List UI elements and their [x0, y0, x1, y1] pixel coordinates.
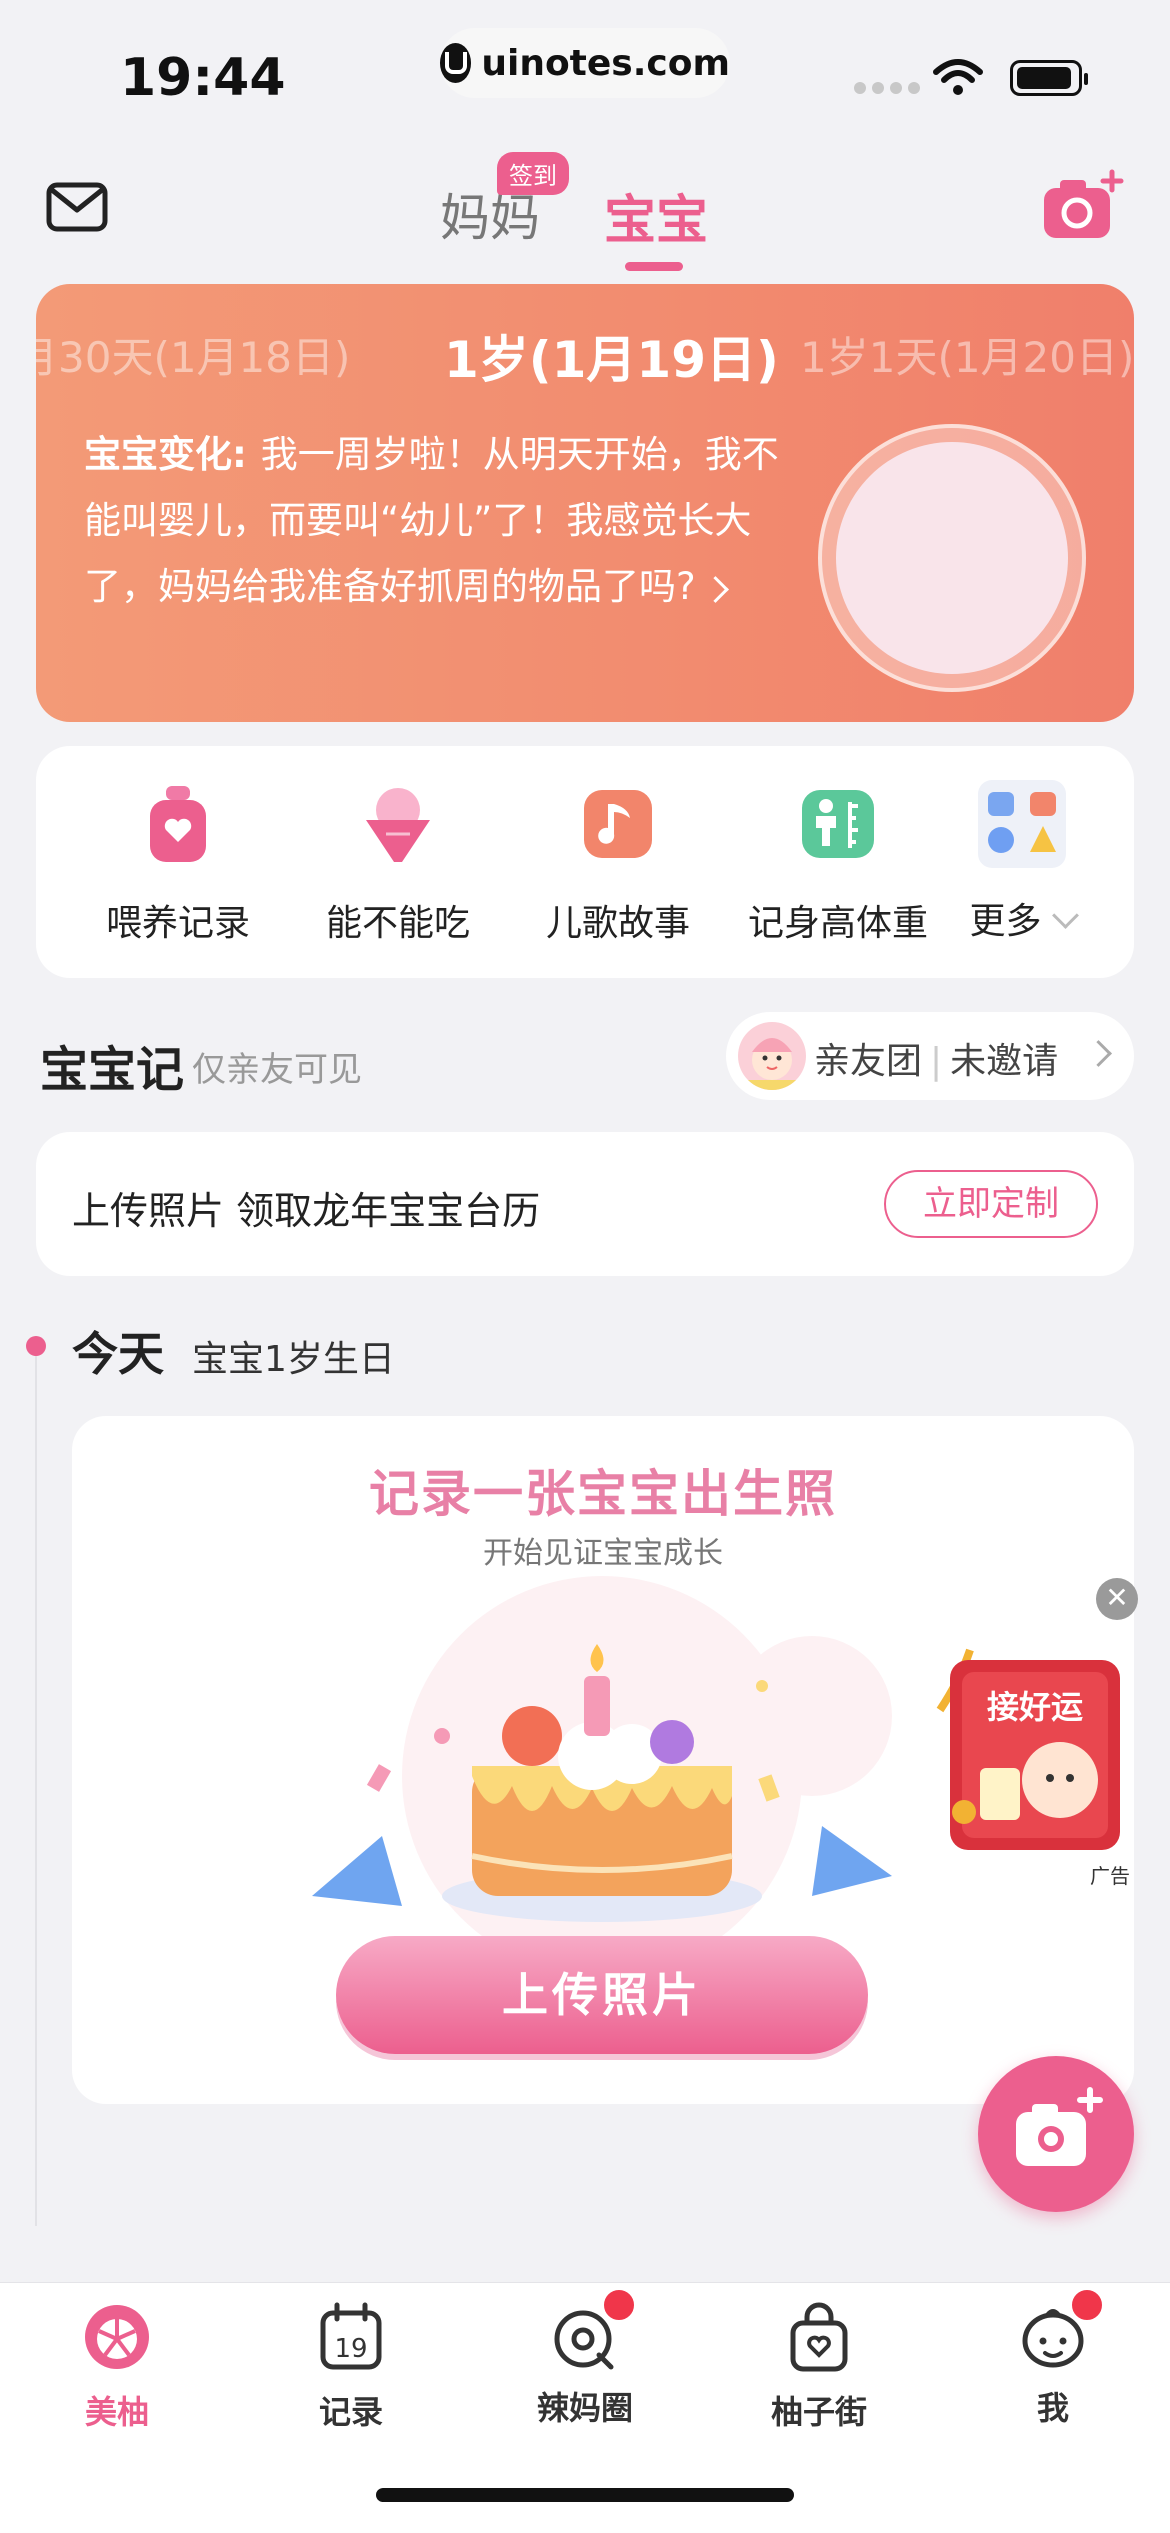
ad-close-icon[interactable]: ✕ [1096, 1578, 1138, 1620]
timeline-dot [26, 1336, 46, 1356]
nav-meiyou[interactable]: 美柚 [0, 2301, 234, 2433]
camera-fab-button[interactable] [978, 2056, 1134, 2212]
chevron-down-icon [1051, 902, 1079, 929]
date-current: 1岁(1月19日) [444, 331, 779, 389]
calendar-icon: 19 [320, 2302, 382, 2370]
meiyou-icon [85, 2305, 149, 2369]
status-time: 19:44 [120, 48, 286, 108]
bottle-icon [150, 786, 206, 862]
date-previous[interactable]: 月30天(1月18日) [36, 324, 350, 385]
tool-can-eat[interactable]: 能不能吃 [288, 784, 508, 946]
url-text: uinotes.com [481, 42, 730, 84]
birthday-cake-illustration [312, 1576, 892, 1976]
more-apps-icon [978, 780, 1066, 868]
nav-community[interactable]: 辣妈圈 [468, 2287, 702, 2429]
baby-record-title: 宝宝记 [40, 1042, 185, 1098]
ad-label: 广告 [1090, 1864, 1130, 1888]
customize-now-button[interactable]: 立即定制 [884, 1170, 1098, 1238]
music-note-icon [584, 790, 652, 858]
promo-text: 上传照片 领取龙年宝宝台历 [72, 1189, 541, 1233]
invite-status: 未邀请 [950, 1041, 1059, 1082]
date-next[interactable]: 1岁1天(1月20日) [800, 324, 1134, 385]
baby-record-visibility: 仅亲友可见 [192, 1050, 362, 1090]
lucky-charm-ad[interactable]: 接好运 [930, 1640, 1130, 1860]
calendar-promo-banner[interactable]: 上传照片 领取龙年宝宝台历 立即定制 [36, 1132, 1134, 1276]
timeline-line [35, 1348, 37, 2226]
wifi-icon [933, 59, 983, 95]
svg-text:接好运: 接好运 [987, 1688, 1083, 1726]
baby-change-text[interactable]: 宝宝变化: 我一周岁啦！从明天开始，我不能叫婴儿，而要叫“幼儿”了！我感觉长大了，… [84, 422, 814, 620]
site-logo-icon [440, 43, 472, 83]
mail-icon[interactable] [46, 182, 108, 232]
notification-dot [601, 2287, 637, 2323]
notification-dot [1069, 2287, 1105, 2323]
baby-avatar [738, 1022, 806, 1090]
card-title: 记录一张宝宝出生照 [369, 1465, 837, 1523]
height-ruler-icon [802, 790, 874, 858]
quick-tools: 喂养记录 能不能吃 儿歌故事 记身高体重 更多 [36, 746, 1134, 978]
camera-add-icon [1016, 2087, 1103, 2166]
url-bar[interactable]: uinotes.com [440, 28, 730, 98]
timeline-event: 宝宝1岁生日 [192, 1339, 395, 1380]
nav-me[interactable]: 我 [936, 2287, 1170, 2429]
nav-youzi-street[interactable]: 柚子街 [702, 2301, 936, 2433]
tool-more[interactable]: 更多 [912, 780, 1132, 944]
friends-group-button[interactable]: 亲友团 | 未邀请 [726, 1012, 1134, 1100]
tab-baobao[interactable]: 宝宝 [604, 178, 708, 253]
checkin-badge[interactable]: 签到 [497, 152, 569, 195]
active-tab-indicator [625, 262, 683, 271]
upload-photo-button[interactable]: 上传照片 [336, 1936, 868, 2054]
ice-cream-icon [366, 788, 430, 862]
baby-daily-card[interactable]: 月30天(1月18日) 1岁(1月19日) 1岁1天(1月20日) 宝宝变化: 我… [36, 284, 1134, 722]
tool-feeding-record[interactable]: 喂养记录 [68, 784, 288, 946]
svg-text:19: 19 [334, 2334, 367, 2364]
camera-add-icon[interactable] [1040, 168, 1124, 242]
battery-icon [1010, 60, 1088, 96]
baby-illustration [818, 424, 1086, 692]
chevron-right-icon [701, 576, 729, 603]
tool-songs-stories[interactable]: 儿歌故事 [508, 784, 728, 946]
home-indicator [376, 2488, 794, 2502]
shopping-bag-icon [790, 2302, 848, 2372]
cellular-signal-icon [854, 82, 920, 94]
nav-record[interactable]: 19 记录 [234, 2301, 468, 2433]
baby-change-label: 宝宝变化: [84, 433, 247, 476]
chevron-right-icon [1085, 1040, 1112, 1067]
friends-group-label: 亲友团 [814, 1041, 923, 1082]
timeline-today: 今天 [72, 1327, 164, 1381]
